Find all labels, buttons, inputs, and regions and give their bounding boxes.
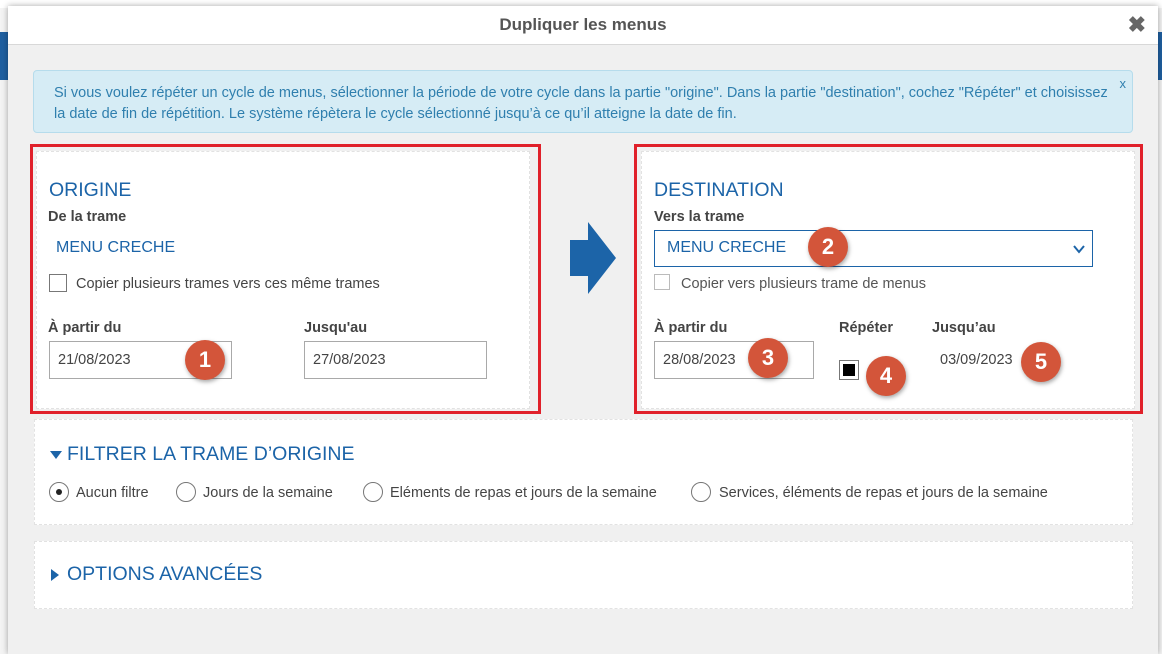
info-text: Si vous voulez répéter un cycle de menus… [54, 85, 1108, 122]
repeat-checkbox-fill [843, 364, 855, 376]
origin-frame-value: MENU CRECHE [56, 239, 176, 256]
filter-radio-meal-elements[interactable] [363, 482, 383, 502]
destination-frame-value: MENU CRECHE [667, 239, 787, 256]
step-badge-3: 3 [748, 338, 788, 378]
destination-frame-select[interactable]: MENU CRECHE [654, 230, 1093, 267]
step-badge-4: 4 [866, 356, 906, 396]
filter-radio-services-label: Services, éléments de repas et jours de … [719, 485, 1048, 501]
origin-to-label: Jusqu'au [304, 320, 368, 336]
destination-title: DESTINATION [654, 179, 784, 201]
destination-to-label: Jusqu’au [932, 320, 996, 336]
filter-panel [34, 419, 1133, 525]
destination-copy-label: Copier vers plusieurs trame de menus [681, 276, 926, 292]
filter-radio-services[interactable] [691, 482, 711, 502]
destination-to-date[interactable]: 03/09/2023 [940, 352, 1013, 368]
caret-right-icon [51, 568, 59, 581]
destination-from-label: À partir du [654, 320, 728, 336]
chevron-down-icon [1073, 245, 1085, 254]
dialog-header: Dupliquer les menus ✖ [8, 6, 1158, 45]
filter-toggle[interactable]: FILTRER LA TRAME D’ORIGINE [49, 443, 355, 466]
info-close-button[interactable]: x [1120, 73, 1127, 94]
arrow-right-icon [570, 222, 616, 294]
filter-radio-meal-elements-label: Eléments de repas et jours de la semaine [390, 485, 657, 501]
dialog-title: Dupliquer les menus [499, 15, 667, 34]
destination-frame-label: Vers la trame [654, 209, 745, 225]
origin-copy-label: Copier plusieurs trames vers ces même tr… [76, 276, 380, 292]
duplicate-menus-dialog: Dupliquer les menus ✖ Si vous voulez rép… [8, 6, 1158, 654]
origin-title: ORIGINE [49, 179, 132, 201]
origin-from-label: À partir du [48, 320, 122, 336]
filter-radio-weekdays-label: Jours de la semaine [203, 485, 333, 501]
close-icon[interactable]: ✖ [1128, 14, 1146, 36]
step-badge-1: 1 [185, 340, 225, 380]
origin-frame-label: De la trame [48, 209, 127, 225]
advanced-toggle[interactable]: OPTIONS AVANCÉES [49, 563, 262, 586]
step-badge-5: 5 [1021, 342, 1061, 382]
filter-radio-weekdays[interactable] [176, 482, 196, 502]
info-alert: Si vous voulez répéter un cycle de menus… [33, 70, 1133, 133]
origin-to-date-input[interactable]: 27/08/2023 [304, 341, 487, 379]
caret-down-icon [50, 450, 62, 459]
repeat-checkbox[interactable] [839, 360, 859, 380]
step-badge-2: 2 [808, 227, 848, 267]
repeat-label: Répéter [839, 320, 893, 336]
destination-copy-checkbox[interactable] [654, 274, 670, 290]
advanced-title: OPTIONS AVANCÉES [67, 563, 263, 585]
destination-from-date-input[interactable]: 28/08/2023 [654, 341, 814, 379]
filter-radio-none-label: Aucun filtre [76, 485, 149, 501]
filter-title: FILTRER LA TRAME D’ORIGINE [67, 443, 355, 465]
radio-selected-dot [56, 489, 62, 495]
filter-radio-none[interactable] [49, 482, 69, 502]
origin-copy-checkbox[interactable] [49, 274, 67, 292]
